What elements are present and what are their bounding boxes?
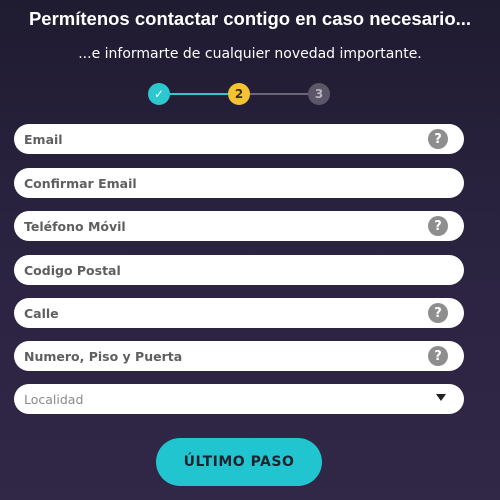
mobile-phone-help-icon[interactable]: ?	[428, 216, 448, 236]
step-3-indicator: 3	[308, 83, 330, 105]
confirm-email-field[interactable]: Confirmar Email	[14, 168, 464, 198]
address-number-help-icon[interactable]: ?	[428, 346, 448, 366]
progress-stepper: ✓ 2 3	[148, 82, 332, 106]
mobile-phone-placeholder: Teléfono Móvil	[24, 218, 126, 234]
address-number-placeholder: Numero, Piso y Puerta	[24, 348, 183, 364]
mobile-phone-field[interactable]: Teléfono Móvil ?	[14, 211, 464, 241]
step-2-indicator: 2	[228, 83, 250, 105]
email-placeholder: Email	[24, 131, 63, 147]
street-help-icon[interactable]: ?	[428, 303, 448, 323]
locality-placeholder: Localidad	[24, 391, 84, 407]
email-help-icon[interactable]: ?	[428, 129, 448, 149]
step-1-check-icon: ✓	[148, 83, 170, 105]
page-title: Permítenos contactar contigo en caso nec…	[28, 8, 472, 29]
postal-code-placeholder: Codigo Postal	[24, 262, 121, 278]
email-field[interactable]: Email ?	[14, 124, 464, 154]
address-number-field[interactable]: Numero, Piso y Puerta ?	[14, 341, 464, 371]
street-field[interactable]: Calle ?	[14, 298, 464, 328]
page-subtitle: ...e informarte de cualquier novedad imp…	[78, 46, 422, 62]
locality-select[interactable]: Localidad	[14, 384, 464, 414]
last-step-button[interactable]: ÚLTIMO PASO	[156, 438, 322, 486]
confirm-email-placeholder: Confirmar Email	[24, 175, 137, 191]
chevron-down-icon[interactable]	[436, 394, 446, 401]
postal-code-field[interactable]: Codigo Postal	[14, 255, 464, 285]
street-placeholder: Calle	[24, 305, 59, 321]
